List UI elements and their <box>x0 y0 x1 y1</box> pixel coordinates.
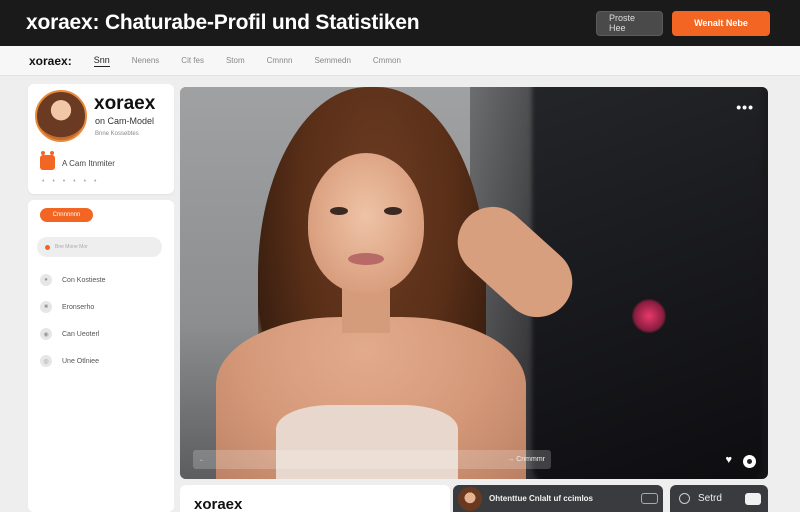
profile-name: xoraex <box>94 93 156 114</box>
nav-brand[interactable]: xoraex: <box>29 54 72 68</box>
bottom-panel-text: Ohtenttue Cnlalt uf ccimlos <box>489 494 594 503</box>
search-icon <box>45 244 50 250</box>
camera-icon: ◉ <box>40 328 52 340</box>
profile-card: xoraex on Cam-Model Bnne Kossebtes A Cam… <box>28 84 174 194</box>
grid-icon: ■ <box>40 301 52 313</box>
profile-meta: Bnne Kossebtes <box>95 131 139 137</box>
top-header: xoraex: Chaturabe-Profil und Statistiken… <box>0 0 800 46</box>
video-control-bar[interactable]: ← → Cnmmmr <box>193 450 551 469</box>
back-icon[interactable]: ← <box>199 457 205 463</box>
sidebar-item-1[interactable]: ■ Eronserho <box>40 301 94 313</box>
globe-icon: ◎ <box>40 355 52 367</box>
bottom-profile-name: xoraex <box>194 496 243 512</box>
video-led-light <box>632 299 666 333</box>
panel-toggle-icon[interactable] <box>641 493 658 504</box>
sidebar-item-label: Eronserho <box>62 303 95 311</box>
nav-tab-0[interactable]: Snn <box>93 55 110 67</box>
sidebar-item-0[interactable]: ● Con Kostieste <box>40 274 106 286</box>
sub-navigation: xoraex: Snn Nenens Cit fes Stom Cmnnn Se… <box>0 46 800 76</box>
more-options-icon[interactable]: ••• <box>736 99 754 115</box>
search-placeholder: Bne Mone Mor <box>55 244 88 250</box>
send-label: Setrd <box>698 493 722 504</box>
avatar[interactable] <box>35 90 87 142</box>
video-person-face <box>308 153 424 293</box>
send-button[interactable] <box>745 492 761 505</box>
nav-tab-3[interactable]: Stom <box>226 56 245 65</box>
sidebar-item-label: Can Ueoterl <box>62 330 100 338</box>
nav-tab-1[interactable]: Nenens <box>132 56 160 65</box>
camera-icon <box>40 151 55 170</box>
sidebar-item-label: Con Kostieste <box>62 276 106 284</box>
nav-tab-4[interactable]: Cmnnn <box>267 56 293 65</box>
nav-tab-5[interactable]: Semmedn <box>314 56 350 65</box>
sidebar-item-3[interactable]: ◎ Une Otlniee <box>40 355 99 367</box>
video-player[interactable]: ••• ← → Cnmmmr ♥ <box>180 87 768 479</box>
bottom-info-panel[interactable]: Ohtenttue Cnlalt uf ccimlos <box>453 485 663 512</box>
rating-dots: • • • • • • <box>42 178 100 185</box>
video-person-lips <box>348 253 384 265</box>
page-title: xoraex: Chaturabe-Profil und Statistiken <box>26 11 420 34</box>
thumbnail-avatar <box>458 486 482 511</box>
cam-status-label: A Cam Itnmiter <box>62 159 115 168</box>
video-person-eye <box>330 207 348 215</box>
bottom-name-card: xoraex <box>180 485 450 512</box>
user-icon: ● <box>40 274 52 286</box>
sidebar-item-label: Une Otlniee <box>62 357 99 365</box>
send-panel[interactable]: Setrd <box>670 485 768 512</box>
nav-tab-2[interactable]: Cit fes <box>181 56 204 65</box>
heart-icon[interactable]: ♥ <box>725 454 732 466</box>
sidebar-pill-button[interactable]: Cnnnnnnn <box>40 208 93 222</box>
sidebar: Cnnnnnnn Bne Mone Mor ● Con Kostieste ■ … <box>28 200 174 512</box>
profile-role: on Cam-Model <box>95 116 155 126</box>
comment-control[interactable]: → Cnmmmr <box>507 456 545 463</box>
video-person-eye <box>384 207 402 215</box>
sidebar-item-2[interactable]: ◉ Can Ueoterl <box>40 328 99 340</box>
secondary-button[interactable]: Proste Hee <box>596 10 663 36</box>
primary-button[interactable]: Wenalt Nebe <box>672 10 770 36</box>
sidebar-search-input[interactable]: Bne Mone Mor <box>37 237 162 257</box>
record-icon[interactable] <box>743 455 756 468</box>
circle-icon <box>679 493 690 504</box>
nav-tab-6[interactable]: Cmmon <box>373 56 401 65</box>
